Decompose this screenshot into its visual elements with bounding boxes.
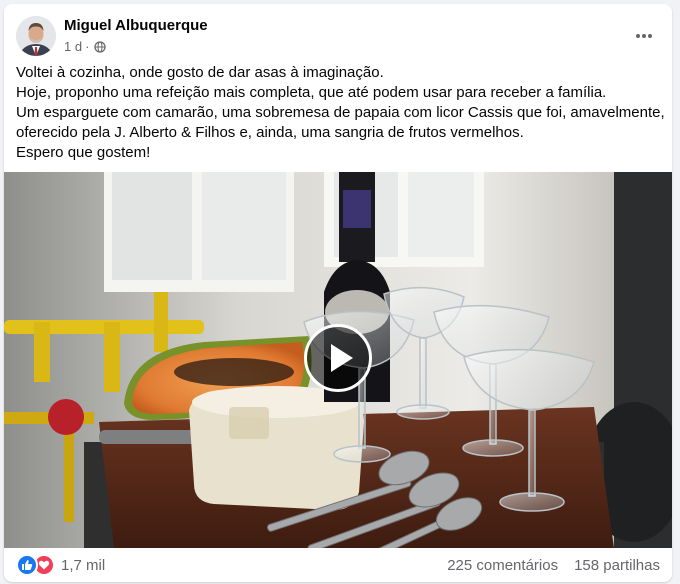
- post-timestamp[interactable]: 1 d: [64, 39, 82, 54]
- like-icon: [16, 554, 38, 576]
- post-text-line: Hoje, proponho uma refeição mais complet…: [16, 84, 607, 101]
- more-options-icon: [636, 34, 652, 38]
- author-avatar[interactable]: [16, 16, 56, 56]
- reaction-count: 1,7 mil: [61, 556, 106, 574]
- comments-count[interactable]: 225 comentários: [447, 557, 558, 574]
- avatar-photo: [16, 16, 56, 56]
- reactions-summary[interactable]: 1,7 mil: [16, 554, 105, 576]
- play-button[interactable]: [304, 324, 372, 392]
- post-text: Voltei à cozinha, onde gosto de dar asas…: [16, 63, 665, 163]
- post-video[interactable]: [4, 172, 672, 548]
- author-name[interactable]: Miguel Albuquerque: [64, 17, 208, 34]
- post-header: Miguel Albuquerque 1 d ·: [4, 4, 672, 62]
- post-text-line: Espero que gostem!: [16, 144, 151, 161]
- meta-separator: ·: [85, 39, 90, 54]
- post-text-line: Um esparguete com camarão, uma sobremesa…: [16, 104, 665, 121]
- post-text-line: Voltei à cozinha, onde gosto de dar asas…: [16, 64, 384, 81]
- post-stats-bar: 1,7 mil 225 comentários 158 partilhas: [4, 548, 672, 582]
- globe-icon: [94, 40, 107, 53]
- play-icon: [331, 344, 353, 372]
- shares-count[interactable]: 158 partilhas: [574, 557, 660, 574]
- engagement-stats: 225 comentários 158 partilhas: [447, 557, 660, 574]
- more-options-button[interactable]: [628, 20, 660, 52]
- post-text-line: oferecido pela J. Alberto & Filhos e, ai…: [16, 124, 524, 141]
- post-meta: 1 d ·: [64, 39, 107, 54]
- post-card: Miguel Albuquerque 1 d · Voltei à cozinh…: [4, 4, 672, 582]
